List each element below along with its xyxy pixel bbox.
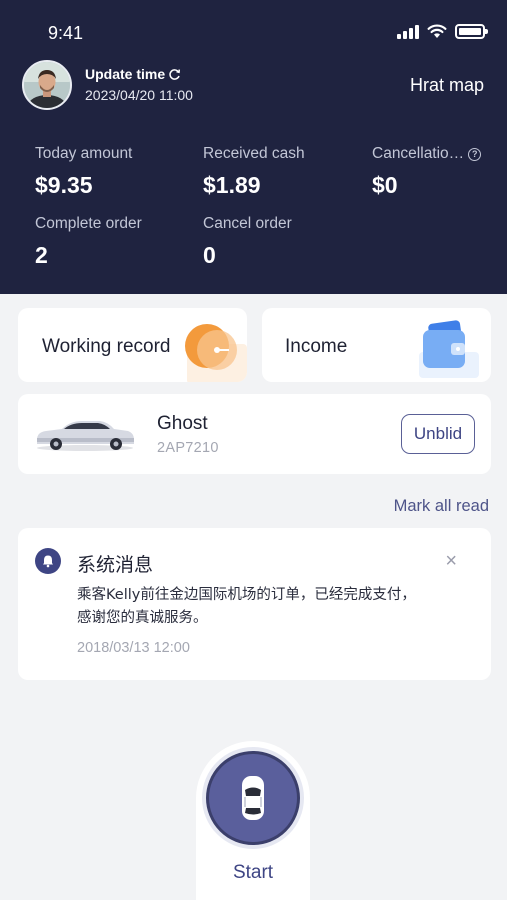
vehicle-plate: 2AP7210 [157,440,219,456]
stat-value: $1.89 [203,172,261,198]
avatar-portrait-icon [24,62,70,108]
status-bar: 9:41 [0,0,507,60]
message-card[interactable]: 系统消息 × 乘客Kelly前往金边国际机场的订单，已经完成支付，感谢您的真诚服… [18,528,491,680]
start-label[interactable]: Start [196,862,310,884]
update-time-text: Update time [85,66,166,82]
stat-value: 0 [203,242,216,268]
wallet-icon [419,320,479,378]
stat-complete-order: Complete order 2 [35,215,142,269]
stat-value: $0 [372,172,398,198]
start-button[interactable] [206,751,300,845]
dashboard-header: 9:41 Update time 2023/04/20 11:00 Hrat m… [0,0,507,294]
unbind-button[interactable]: Unblid [401,414,475,454]
update-time-label: Update time [85,66,181,82]
working-record-card[interactable]: Working record [18,308,247,382]
message-title: 系统消息 [77,554,154,576]
help-icon[interactable]: ? [468,147,482,161]
stat-label: Complete order [35,215,142,232]
stat-label: Cancellatio… [372,145,465,162]
bell-icon [35,548,61,574]
stat-value: $9.35 [35,172,93,198]
stat-label: Cancel order [203,215,292,232]
status-icons [397,24,488,39]
vehicle-card: Ghost 2AP7210 Unblid [18,394,491,474]
stat-label-row: Cancellatio… ? [372,145,482,163]
stat-label: Today amount [35,145,133,162]
stat-value: 2 [35,242,48,268]
refresh-icon[interactable] [168,68,181,81]
message-body: 乘客Kelly前往金边国际机场的订单，已经完成支付，感谢您的真诚服务。 [77,587,416,626]
car-icon [37,421,134,451]
stat-cancellation: Cancellatio… ? $0 [372,145,482,199]
close-icon[interactable]: × [445,551,457,571]
car-top-view-icon [242,776,264,820]
battery-icon [455,24,488,39]
driver-avatar[interactable] [22,60,72,110]
cellular-signal-icon [397,24,419,39]
status-time: 9:41 [48,23,84,43]
clock-icon [185,324,247,382]
wifi-icon [427,24,447,38]
message-time: 2018/03/13 12:00 [77,640,190,656]
update-date: 2023/04/20 11:00 [85,87,193,103]
stat-received-cash: Received cash $1.89 [203,145,305,199]
stat-today-amount: Today amount $9.35 [35,145,132,199]
mark-all-read-link[interactable]: Mark all read [394,497,489,516]
working-record-label: Working record [42,336,171,357]
income-card[interactable]: Income [262,308,491,382]
stat-label: Received cash [203,145,305,162]
vehicle-name: Ghost [157,413,208,434]
income-label: Income [285,336,348,357]
start-pod: Start [196,741,310,900]
stat-cancel-order: Cancel order 0 [203,215,292,269]
heat-map-link[interactable]: Hrat map [410,75,484,96]
